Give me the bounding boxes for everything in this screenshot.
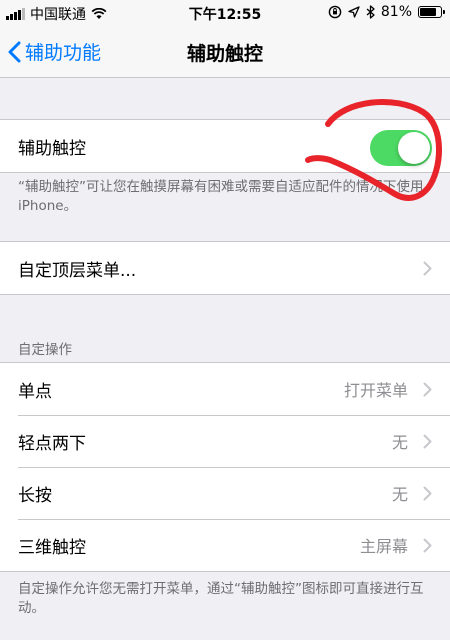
orientation-lock-icon — [328, 5, 342, 19]
assistive-touch-row: 辅助触控 — [0, 120, 450, 172]
action-value: 主屏幕 — [359, 537, 408, 556]
action-label: 单点 — [18, 381, 52, 402]
action-value: 无 — [391, 485, 408, 504]
battery-percent: 81% — [380, 4, 412, 20]
chevron-right-icon — [423, 261, 432, 276]
action-row-double-tap[interactable]: 轻点两下 无 — [0, 415, 450, 467]
top-menu-label: 自定顶层菜单... — [18, 260, 137, 281]
chevron-right-icon — [423, 538, 432, 553]
status-right: 81% — [328, 4, 445, 20]
toggle-knob — [398, 132, 430, 164]
assistive-touch-group: 辅助触控 — [0, 119, 450, 173]
action-label: 三维触控 — [18, 537, 86, 558]
status-bar: 中国联通 下午12:55 81% — [0, 0, 450, 26]
nav-bar: 辅助功能 辅助触控 — [0, 26, 450, 78]
page-title: 辅助触控 — [186, 43, 263, 65]
assistive-touch-label: 辅助触控 — [18, 138, 86, 159]
chevron-right-icon — [423, 382, 432, 397]
top-menu-row[interactable]: 自定顶层菜单... — [0, 242, 450, 294]
action-label: 长按 — [18, 485, 52, 506]
bluetooth-icon — [366, 5, 375, 19]
custom-actions-footer: 自定操作允许您无需打开菜单，通过“辅助触控”图标即可直接进行互动。 — [18, 581, 424, 616]
assistive-touch-footer: “辅助触控”可让您在触摸屏幕有困难或需要自适应配件的情况下使用 iPhone。 — [18, 179, 424, 214]
top-menu-group: 自定顶层菜单... — [0, 241, 450, 295]
battery-icon — [418, 6, 445, 18]
action-row-long-press[interactable]: 长按 无 — [0, 467, 450, 519]
chevron-right-icon — [423, 434, 432, 449]
action-value: 无 — [391, 433, 408, 452]
action-value: 打开菜单 — [343, 381, 408, 400]
action-label: 轻点两下 — [18, 433, 86, 454]
location-icon — [348, 6, 360, 18]
assistive-touch-toggle[interactable] — [370, 130, 432, 166]
custom-actions-header: 自定操作 — [18, 342, 72, 358]
action-row-3d-touch[interactable]: 三维触控 主屏幕 — [0, 519, 450, 571]
chevron-right-icon — [423, 486, 432, 501]
action-row-single-tap[interactable]: 单点 打开菜单 — [0, 363, 450, 415]
custom-actions-group: 单点 打开菜单 轻点两下 无 长按 无 三维触控 主屏幕 — [0, 362, 450, 572]
